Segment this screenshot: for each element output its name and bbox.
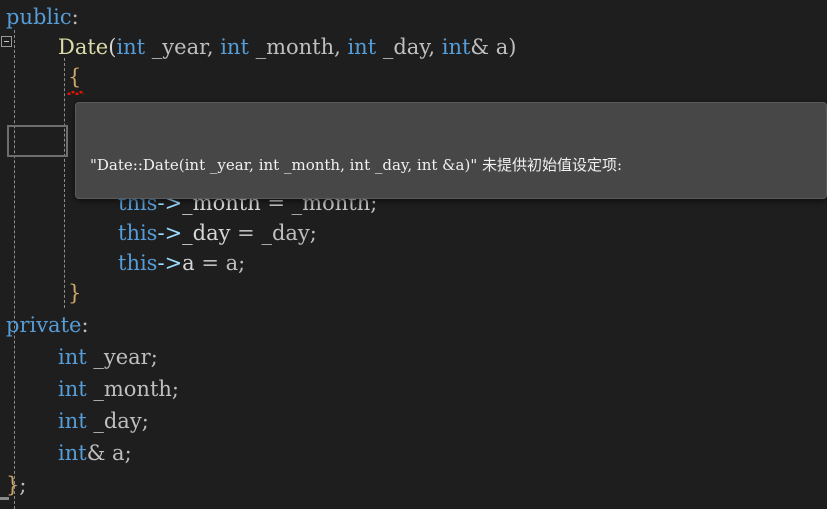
code-token: _year;	[86, 345, 158, 369]
code-line[interactable]: this->a = a;	[0, 248, 827, 278]
code-editor[interactable]: public: Date(int _year, int _month, int _…	[0, 0, 827, 509]
code-line[interactable]: private:	[0, 310, 827, 340]
code-token: _month;	[86, 377, 179, 401]
code-token: int	[58, 409, 87, 433]
code-token: =	[230, 221, 262, 245]
code-token-error: {	[66, 62, 85, 95]
code-token: _day;	[261, 221, 317, 245]
code-token: _year,	[145, 35, 221, 59]
code-token: a;	[225, 251, 246, 275]
code-token: int	[58, 345, 87, 369]
code-token: int	[347, 35, 377, 59]
code-line[interactable]: }	[0, 278, 827, 308]
intellisense-error-tooltip[interactable]: "Date::Date(int _year, int _month, int _…	[75, 102, 827, 199]
code-token: this	[118, 221, 158, 245]
code-token: :	[81, 313, 89, 337]
code-line[interactable]: {	[0, 62, 827, 95]
code-token: int	[116, 35, 146, 59]
code-token: ->	[157, 251, 183, 275]
code-token: =	[194, 251, 226, 275]
code-token: public	[6, 5, 72, 29]
tooltip-message-line-1: "Date::Date(int _year, int _month, int _…	[90, 156, 623, 174]
code-token: a	[182, 251, 195, 275]
code-token: :	[71, 5, 79, 29]
code-token: _day;	[86, 409, 149, 433]
code-line[interactable]: public:	[0, 2, 827, 32]
code-line[interactable]: Date(int _year, int _month, int _day, in…	[0, 32, 827, 62]
code-line[interactable]: int& a;	[0, 438, 827, 468]
code-token: & a)	[470, 35, 517, 59]
code-token: int	[58, 377, 87, 401]
code-token: }	[6, 473, 20, 497]
code-text-area[interactable]: public: Date(int _year, int _month, int _…	[0, 0, 827, 509]
code-line[interactable]: this->_day = _day;	[0, 218, 827, 248]
code-token: int	[220, 35, 249, 59]
tooltip-message: "Date::Date(int _year, int _month, int _…	[76, 103, 826, 198]
code-token: this	[118, 251, 158, 275]
code-token: & a;	[86, 441, 132, 465]
code-token: ->	[157, 221, 183, 245]
code-line[interactable]: int _day;	[0, 406, 827, 436]
code-token: int	[58, 441, 87, 465]
code-line[interactable]: int _year;	[0, 342, 827, 372]
code-token: int	[441, 35, 471, 59]
code-token: ;	[19, 473, 27, 497]
code-token: Date	[58, 35, 109, 59]
code-token: }	[68, 281, 82, 305]
code-token: _day,	[376, 35, 442, 59]
code-line[interactable]: };	[0, 470, 827, 500]
code-token: _day	[182, 221, 231, 245]
code-token: private	[6, 313, 82, 337]
code-line[interactable]: int _month;	[0, 374, 827, 404]
code-token: _month,	[248, 35, 348, 59]
